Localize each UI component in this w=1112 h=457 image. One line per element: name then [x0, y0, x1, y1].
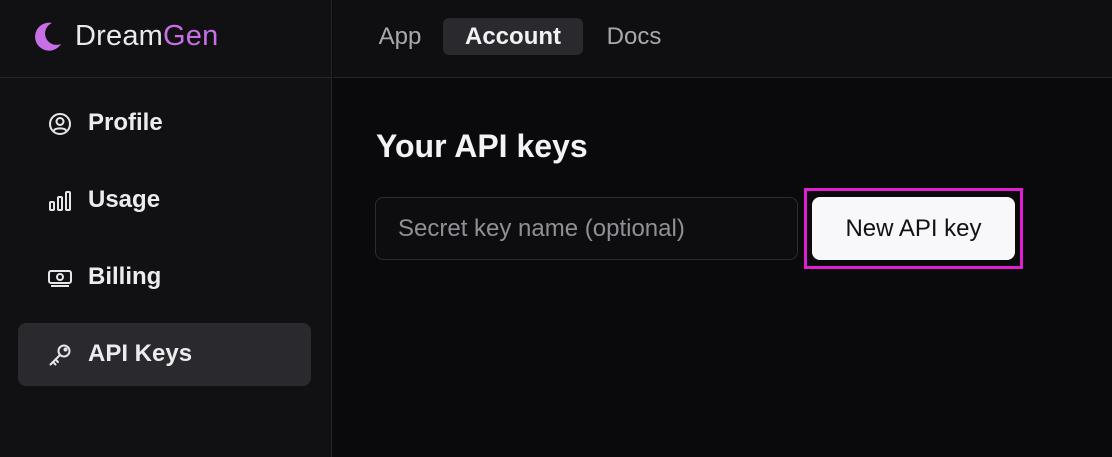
sidebar-item-api-keys[interactable]: API Keys: [18, 323, 311, 386]
new-api-key-button[interactable]: New API key: [812, 197, 1015, 260]
top-nav: App Account Docs: [333, 0, 1112, 78]
sidebar-item-label: Usage: [88, 186, 161, 213]
brand[interactable]: DreamGen: [0, 0, 332, 78]
sidebar-item-label: API Keys: [88, 340, 193, 367]
user-circle-icon: [49, 113, 71, 135]
tab-docs[interactable]: Docs: [592, 18, 676, 55]
banknote-icon: [48, 270, 72, 287]
moon-icon: [35, 22, 61, 51]
sidebar-item-billing[interactable]: Billing: [18, 246, 311, 309]
sidebar-item-profile[interactable]: Profile: [18, 92, 311, 155]
page-title: Your API keys: [376, 128, 588, 164]
sidebar-item-label: Profile: [88, 109, 163, 136]
tab-account[interactable]: Account: [443, 18, 583, 55]
sidebar-item-usage[interactable]: Usage: [18, 169, 311, 232]
brand-name: DreamGen: [75, 18, 218, 54]
key-icon: [49, 344, 71, 366]
bar-chart-icon: [49, 191, 71, 211]
app-window: DreamGen Profile Usage Billing API Keys …: [0, 0, 1112, 457]
tab-app[interactable]: App: [363, 18, 437, 55]
secret-key-name-input[interactable]: [375, 197, 798, 260]
sidebar: DreamGen Profile Usage Billing API Keys: [0, 0, 332, 457]
sidebar-item-label: Billing: [88, 263, 162, 290]
brand-name-part2: Gen: [163, 20, 219, 52]
brand-name-part1: Dream: [75, 20, 164, 52]
